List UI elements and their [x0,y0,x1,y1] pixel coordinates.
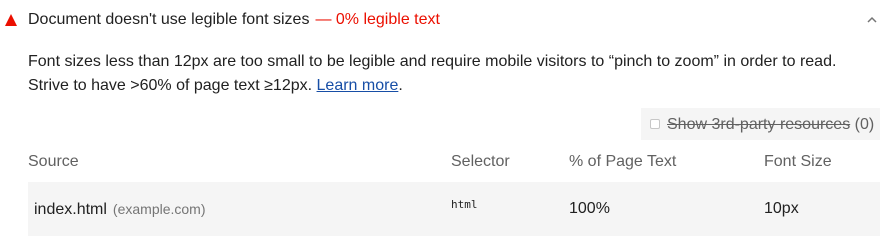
third-party-checkbox[interactable] [650,119,660,129]
column-header-selector: Selector [451,153,510,170]
column-header-percent: % of Page Text [569,153,677,170]
selector-cell: html [451,198,478,211]
font-size-cell: 10px [764,200,799,217]
audit-title: Document doesn't use legible font sizes —… [28,10,440,30]
audit-display-value: — 0% legible text [315,11,440,28]
source-cell: index.html (example.com) [34,199,206,220]
fail-triangle-icon [5,14,17,26]
chevron-up-icon[interactable] [866,14,878,26]
filter-count: (0) [854,116,875,133]
filter-label-text: Show 3rd-party resources [667,116,851,133]
learn-more-link[interactable]: Learn more [317,77,399,94]
percent-cell: 100% [569,200,610,217]
description-trailing: . [398,77,403,94]
column-header-source: Source [28,153,79,170]
column-header-font-size: Font Size [764,153,832,170]
audit-title-text: Document doesn't use legible font sizes [28,11,310,28]
source-url[interactable]: index.html [34,201,107,218]
source-host: (example.com) [112,201,206,217]
audit-header[interactable]: Document doesn't use legible font sizes —… [0,0,880,40]
description-text: Font sizes less than 12px are too small … [28,53,837,94]
audit-description: Font sizes less than 12px are too small … [28,50,868,98]
table-row: index.html (example.com) html 100% 10px [28,182,880,236]
third-party-filter-label[interactable]: Show 3rd-party resources (0) [667,115,874,135]
third-party-filter: Show 3rd-party resources (0) [641,108,880,140]
